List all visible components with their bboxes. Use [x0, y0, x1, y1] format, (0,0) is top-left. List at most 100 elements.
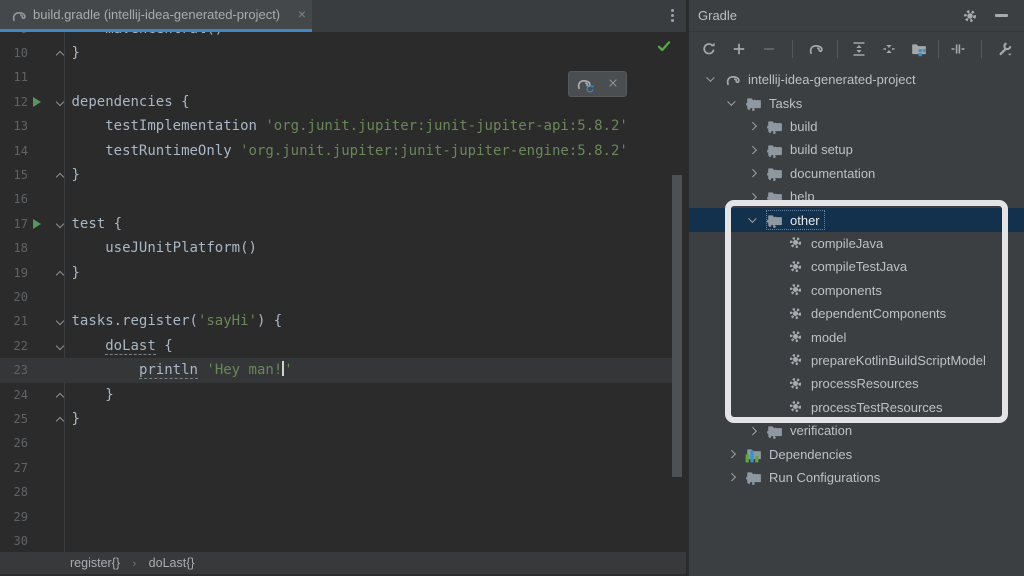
line-number[interactable]: 17: [0, 212, 28, 236]
link-gradle-project-icon[interactable]: [724, 38, 754, 60]
gradle-tree-item-help[interactable]: help: [689, 185, 1024, 208]
run-gutter-icon[interactable]: [33, 219, 41, 229]
line-number[interactable]: 26: [0, 431, 28, 455]
gradle-tree-item-run-configurations[interactable]: Run Configurations: [689, 466, 1024, 489]
chevron-right-icon[interactable]: [728, 473, 736, 481]
chevron-right-icon[interactable]: [749, 122, 757, 130]
fold-marker-icon[interactable]: [56, 342, 64, 350]
chevron-down-icon[interactable]: [749, 214, 757, 222]
toggle-offline-mode-icon[interactable]: [943, 38, 973, 60]
code-line[interactable]: 9 mavenCentral(): [0, 32, 674, 41]
chevron-right-icon[interactable]: [728, 450, 736, 458]
line-number[interactable]: 25: [0, 407, 28, 431]
chevron-right-icon[interactable]: [749, 427, 757, 435]
settings-gear-icon[interactable]: [962, 8, 978, 24]
line-number[interactable]: 20: [0, 285, 28, 309]
code-line[interactable]: 15}: [0, 163, 674, 187]
code-line[interactable]: 21tasks.register('sayHi') {: [0, 309, 674, 333]
line-number[interactable]: 23: [0, 358, 28, 382]
reload-gradle-project-icon[interactable]: [694, 38, 724, 60]
line-number[interactable]: 18: [0, 236, 28, 260]
code-line[interactable]: 13 testImplementation 'org.junit.jupiter…: [0, 114, 674, 138]
line-number[interactable]: 21: [0, 309, 28, 333]
line-number[interactable]: 28: [0, 480, 28, 504]
fold-marker-icon[interactable]: [56, 392, 64, 400]
line-number[interactable]: 29: [0, 505, 28, 529]
fold-marker-icon[interactable]: [56, 220, 64, 228]
group-tasks-icon[interactable]: [904, 38, 934, 60]
fold-marker-icon[interactable]: [56, 417, 64, 425]
minimize-icon[interactable]: [995, 14, 1008, 17]
line-number[interactable]: 27: [0, 456, 28, 480]
gradle-tree-item-intellij-idea-generated-project[interactable]: intellij-idea-generated-project: [689, 68, 1024, 91]
close-tab-icon[interactable]: ×: [298, 0, 306, 29]
inspections-ok-icon[interactable]: [656, 38, 672, 54]
code-editor[interactable]: 9 mavenCentral()10}1112dependencies {13 …: [0, 32, 686, 552]
line-number[interactable]: 22: [0, 334, 28, 358]
fold-marker-icon[interactable]: [56, 270, 64, 278]
line-number[interactable]: 10: [0, 41, 28, 65]
gradle-tree-item-tasks[interactable]: Tasks: [689, 91, 1024, 114]
gradle-tree-item-components[interactable]: components: [689, 279, 1024, 302]
code-line[interactable]: 29: [0, 505, 674, 529]
collapse-all-icon[interactable]: [874, 38, 904, 60]
fold-marker-icon[interactable]: [56, 173, 64, 181]
gradle-tree-item-compilejava[interactable]: compileJava: [689, 232, 1024, 255]
gradle-tree-item-processtestresources[interactable]: processTestResources: [689, 396, 1024, 419]
code-line[interactable]: 10}: [0, 41, 674, 65]
gradle-tree-item-dependencies[interactable]: Dependencies: [689, 442, 1024, 465]
editor-options-kebab-icon[interactable]: [666, 7, 678, 25]
gradle-tree-item-processresources[interactable]: processResources: [689, 372, 1024, 395]
code-line[interactable]: 16: [0, 187, 674, 211]
gradle-tree-item-compiletestjava[interactable]: compileTestJava: [689, 255, 1024, 278]
line-number[interactable]: 24: [0, 383, 28, 407]
code-line[interactable]: 23 println 'Hey man!': [0, 358, 674, 382]
gradle-tree-item-build-setup[interactable]: build setup: [689, 138, 1024, 161]
chevron-right-icon[interactable]: [749, 193, 757, 201]
code-line[interactable]: 14 testRuntimeOnly 'org.junit.jupiter:ju…: [0, 139, 674, 163]
code-line[interactable]: 27: [0, 456, 674, 480]
code-line[interactable]: 22 doLast {: [0, 334, 674, 358]
fold-marker-icon[interactable]: [56, 51, 64, 59]
load-gradle-changes-widget[interactable]: [568, 71, 627, 97]
gradle-tree-item-model[interactable]: model: [689, 325, 1024, 348]
code-line[interactable]: 17test {: [0, 212, 674, 236]
code-line[interactable]: 20: [0, 285, 674, 309]
line-number[interactable]: 15: [0, 163, 28, 187]
line-number[interactable]: 19: [0, 261, 28, 285]
gradle-tree-item-verification[interactable]: verification: [689, 419, 1024, 442]
expand-all-icon[interactable]: [844, 38, 874, 60]
breadcrumb-item-dolast[interactable]: doLast{}: [149, 556, 195, 570]
code-line[interactable]: 25}: [0, 407, 674, 431]
line-number[interactable]: 30: [0, 529, 28, 552]
close-icon[interactable]: [607, 77, 619, 89]
line-number[interactable]: 16: [0, 187, 28, 211]
fold-marker-icon[interactable]: [56, 317, 64, 325]
line-number[interactable]: 11: [0, 65, 28, 89]
line-number[interactable]: 14: [0, 139, 28, 163]
gradle-tree-item-build[interactable]: build: [689, 115, 1024, 138]
execute-gradle-task-icon[interactable]: [801, 38, 831, 60]
code-line[interactable]: 30: [0, 529, 674, 552]
chevron-down-icon[interactable]: [728, 97, 736, 105]
gradle-tree-item-documentation[interactable]: documentation: [689, 162, 1024, 185]
gradle-tree-item-other[interactable]: other: [689, 208, 1024, 231]
line-number[interactable]: 13: [0, 114, 28, 138]
code-line[interactable]: 28: [0, 480, 674, 504]
run-gutter-icon[interactable]: [33, 97, 41, 107]
gradle-tree-item-dependentcomponents[interactable]: dependentComponents: [689, 302, 1024, 325]
gradle-settings-icon[interactable]: [990, 38, 1020, 60]
editor-tab-build-gradle[interactable]: build.gradle (intellij-idea-generated-pr…: [0, 0, 312, 32]
fold-marker-icon[interactable]: [56, 98, 64, 106]
line-number[interactable]: 12: [0, 90, 28, 114]
chevron-right-icon[interactable]: [749, 146, 757, 154]
line-number[interactable]: 9: [0, 32, 28, 41]
code-line[interactable]: 19}: [0, 261, 674, 285]
code-line[interactable]: 26: [0, 431, 674, 455]
chevron-right-icon[interactable]: [749, 169, 757, 177]
gradle-tree-item-preparekotlinbuildscriptmodel[interactable]: prepareKotlinBuildScriptModel: [689, 349, 1024, 372]
code-line[interactable]: 18 useJUnitPlatform(): [0, 236, 674, 260]
editor-scrollbar[interactable]: [672, 175, 682, 477]
code-line[interactable]: 24 }: [0, 383, 674, 407]
breadcrumb-item-register[interactable]: register{}: [70, 556, 120, 570]
